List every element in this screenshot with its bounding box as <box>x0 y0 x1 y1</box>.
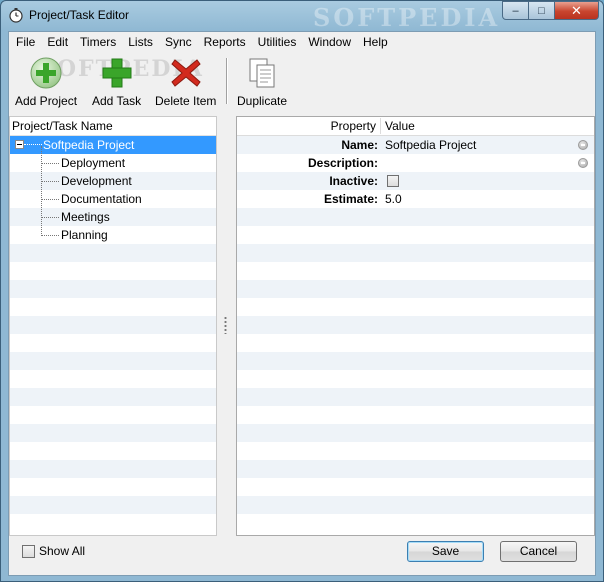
add-task-icon <box>102 58 132 88</box>
app-window: Project/Task Editor SOFTPEDIA – □ ✕ File… <box>0 0 604 582</box>
property-empty-row <box>237 460 594 478</box>
property-key: Inactive: <box>329 174 378 188</box>
cancel-button[interactable]: Cancel <box>500 541 577 562</box>
name-value[interactable]: Softpedia Project <box>385 136 476 154</box>
add-project-icon <box>30 57 62 89</box>
property-empty-row <box>237 352 594 370</box>
tree-connector <box>41 163 59 164</box>
stopwatch-icon <box>9 8 23 23</box>
tree-empty-row <box>10 496 216 514</box>
splitter-handle[interactable] <box>224 316 227 334</box>
add-task-button[interactable]: Add Task <box>92 54 141 108</box>
add-project-label: Add Project <box>15 94 78 108</box>
tree-item-label: Development <box>61 174 132 188</box>
property-empty-row <box>237 388 594 406</box>
property-row-inactive[interactable]: Inactive: <box>237 172 594 190</box>
menu-utilities[interactable]: Utilities <box>252 32 303 52</box>
duplicate-label: Duplicate <box>237 94 288 108</box>
maximize-button[interactable]: □ <box>529 1 555 20</box>
property-empty-row <box>237 496 594 514</box>
add-project-button[interactable]: Add Project <box>15 54 77 108</box>
toolbar: SOFTPEDIA Add Project <box>9 52 595 110</box>
add-task-label: Add Task <box>92 94 142 108</box>
watermark: SOFTPEDIA <box>313 3 501 32</box>
tree-empty-row <box>10 388 216 406</box>
save-button[interactable]: Save <box>407 541 484 562</box>
delete-item-button[interactable]: Delete Item <box>155 54 216 108</box>
delete-icon <box>170 59 201 87</box>
close-button[interactable]: ✕ <box>555 1 599 20</box>
tree-item-label: Meetings <box>61 210 110 224</box>
show-all-checkbox[interactable] <box>22 544 35 558</box>
client-area: File Edit Timers Lists Sync Reports Util… <box>8 31 596 576</box>
value-column-header: Value <box>385 119 415 133</box>
property-column-header: Property <box>330 119 376 133</box>
property-empty-row <box>237 208 594 226</box>
show-all-toggle[interactable]: Show All <box>22 544 85 558</box>
minimize-button[interactable]: – <box>502 1 529 20</box>
menu-bar: File Edit Timers Lists Sync Reports Util… <box>9 32 595 52</box>
property-empty-row <box>237 316 594 334</box>
property-grid-header: Property Value <box>237 117 594 136</box>
menu-file[interactable]: File <box>9 32 41 52</box>
tree-connector <box>41 199 59 200</box>
tree-item-label: Documentation <box>61 192 142 206</box>
tree-empty-row <box>10 424 216 442</box>
property-row-description[interactable]: Description: <box>237 154 594 172</box>
tree-connector <box>41 235 59 236</box>
delete-item-label: Delete Item <box>155 94 217 108</box>
menu-edit[interactable]: Edit <box>41 32 74 52</box>
toolbar-separator <box>226 58 228 104</box>
property-empty-row <box>237 424 594 442</box>
tree-item-label: Softpedia Project <box>43 138 135 152</box>
tree-connector <box>41 217 59 218</box>
estimate-value[interactable]: 5.0 <box>385 190 402 208</box>
property-key: Estimate: <box>323 192 378 206</box>
menu-help[interactable]: Help <box>357 32 394 52</box>
property-row-name[interactable]: Name: Softpedia Project <box>237 136 594 154</box>
duplicate-icon <box>249 58 275 88</box>
window-title: Project/Task Editor <box>29 8 130 22</box>
property-row-estimate[interactable]: Estimate: 5.0 <box>237 190 594 208</box>
caption-buttons: – □ ✕ <box>502 1 599 21</box>
tree-empty-row <box>10 244 216 262</box>
menu-lists[interactable]: Lists <box>122 32 159 52</box>
duplicate-button[interactable]: Duplicate <box>237 54 287 108</box>
project-tree[interactable]: Project/Task Name Softpedia Project Depl… <box>9 116 217 536</box>
tree-column-header: Project/Task Name <box>10 117 216 136</box>
property-key: Description: <box>307 156 378 170</box>
menu-timers[interactable]: Timers <box>74 32 122 52</box>
property-key: Name: <box>341 138 378 152</box>
tree-empty-row <box>10 316 216 334</box>
tree-empty-row <box>10 352 216 370</box>
inactive-checkbox[interactable] <box>387 175 399 187</box>
property-empty-row <box>237 244 594 262</box>
menu-window[interactable]: Window <box>302 32 357 52</box>
clear-icon[interactable] <box>578 140 588 150</box>
tree-connector <box>41 146 42 236</box>
collapse-icon[interactable] <box>15 140 24 149</box>
tree-connector <box>24 144 42 145</box>
column-divider[interactable] <box>380 118 381 134</box>
clear-icon[interactable] <box>578 158 588 168</box>
menu-sync[interactable]: Sync <box>159 32 198 52</box>
tree-empty-row <box>10 280 216 298</box>
tree-empty-row <box>10 460 216 478</box>
tree-connector <box>41 181 59 182</box>
title-bar: Project/Task Editor SOFTPEDIA – □ ✕ <box>1 1 603 32</box>
property-grid: Property Value Name: Softpedia Project D… <box>236 116 595 536</box>
tree-item-label: Planning <box>61 228 108 242</box>
menu-reports[interactable]: Reports <box>198 32 252 52</box>
show-all-label: Show All <box>39 544 86 558</box>
tree-item-label: Deployment <box>61 156 126 170</box>
property-empty-row <box>237 280 594 298</box>
